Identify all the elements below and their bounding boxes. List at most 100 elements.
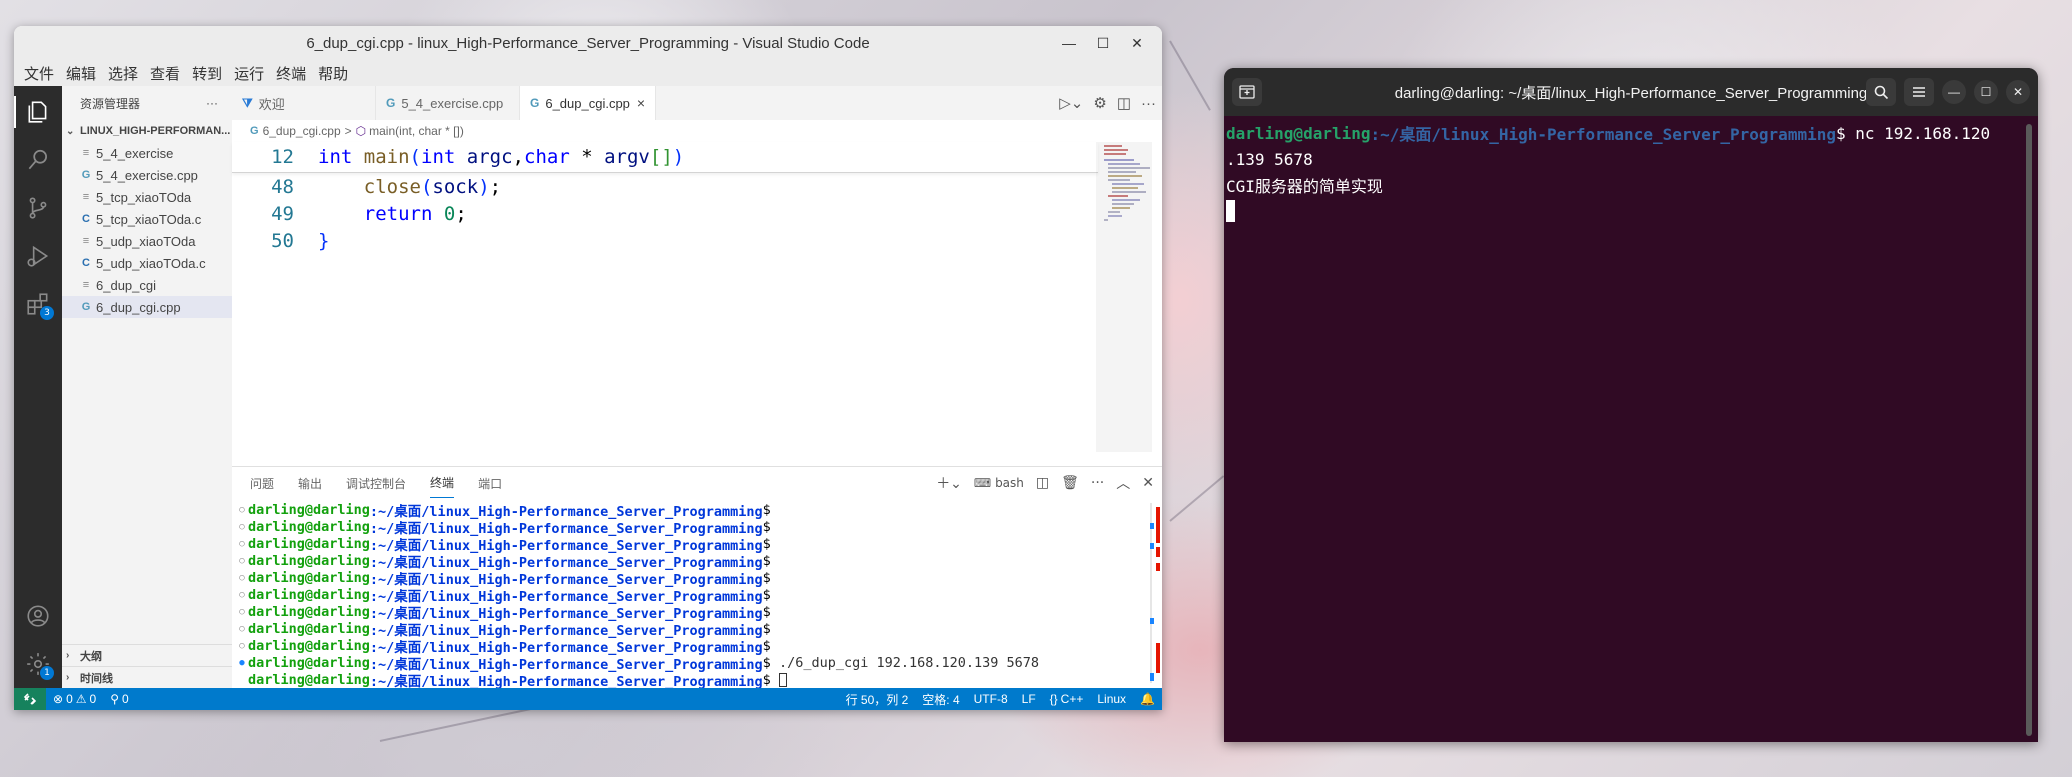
source-control-icon[interactable] bbox=[14, 186, 62, 230]
more-icon[interactable]: ··· bbox=[1091, 475, 1104, 491]
run-debug-icon[interactable] bbox=[14, 234, 62, 278]
ports-status[interactable]: ⚲ 0 bbox=[103, 692, 135, 706]
tab-5-4-exercise[interactable]: G 5_4_exercise.cpp bbox=[376, 86, 520, 120]
terminal-search-button[interactable] bbox=[1866, 78, 1896, 106]
split-terminal-icon[interactable]: ◫ bbox=[1036, 475, 1049, 491]
folder-header[interactable]: ⌄ LINUX_HIGH-PERFORMAN... bbox=[62, 120, 232, 142]
terminal-shell-selector[interactable]: ⌨ bash bbox=[974, 476, 1024, 490]
file-item[interactable]: ≡ 6_dup_cgi bbox=[62, 274, 232, 296]
tab-output[interactable]: 输出 bbox=[298, 469, 322, 498]
command-decoration-icon[interactable]: ○ bbox=[236, 505, 248, 515]
prompt-dollar: $ bbox=[762, 603, 771, 620]
remote-indicator[interactable] bbox=[14, 688, 46, 710]
menu-help[interactable]: 帮助 bbox=[312, 63, 354, 84]
problems-status[interactable]: ⊗ 0 ⚠ 0 bbox=[46, 692, 103, 706]
gear-icon[interactable]: 1 bbox=[14, 642, 62, 686]
sticky-scroll-line[interactable]: 12 int main(int argc,char * argv[]) bbox=[232, 142, 1098, 173]
terminal-content[interactable]: darling@darling:~/桌面/linux_High-Performa… bbox=[1224, 116, 2038, 224]
prompt-dollar: $ bbox=[762, 518, 771, 535]
close-button[interactable]: ✕ bbox=[1120, 35, 1154, 52]
run-file-icon[interactable]: ▷⌄ bbox=[1059, 94, 1083, 112]
search-icon[interactable] bbox=[14, 138, 62, 182]
command-decoration-icon[interactable]: ○ bbox=[236, 624, 248, 634]
command-decoration-icon[interactable]: ○ bbox=[236, 590, 248, 600]
integrated-terminal[interactable]: ○ darling@darling:~/桌面/linux_High-Perform… bbox=[236, 501, 1148, 690]
search-icon bbox=[1874, 85, 1888, 99]
file-item[interactable]: ≡ 5_4_exercise bbox=[62, 142, 232, 164]
tab-problems[interactable]: 问题 bbox=[250, 469, 274, 498]
file-item[interactable]: G 5_4_exercise.cpp bbox=[62, 164, 232, 186]
file-item[interactable]: ≡ 5_tcp_xiaoTOda bbox=[62, 186, 232, 208]
code-line[interactable]: 48 close(sock); bbox=[232, 173, 1098, 200]
tab-welcome[interactable]: ⧩ 欢迎 bbox=[232, 86, 376, 120]
terminal-maximize-button[interactable]: ☐ bbox=[1974, 80, 1998, 104]
indentation[interactable]: 空格: 4 bbox=[915, 691, 966, 708]
prompt-user: darling@darling bbox=[248, 569, 370, 586]
close-panel-icon[interactable]: ✕ bbox=[1142, 475, 1154, 491]
chevron-down-icon: ⌄ bbox=[66, 125, 75, 137]
file-item[interactable]: G 6_dup_cgi.cpp bbox=[62, 296, 232, 318]
command-decoration-icon[interactable]: ○ bbox=[236, 539, 248, 549]
tab-close-icon[interactable]: × bbox=[637, 95, 645, 111]
explorer-icon[interactable] bbox=[14, 90, 62, 134]
extensions-icon[interactable]: 3 bbox=[14, 282, 62, 326]
new-terminal-icon[interactable]: ＋⌄ bbox=[936, 473, 962, 493]
command-decoration-icon[interactable]: ○ bbox=[236, 607, 248, 617]
file-item[interactable]: ≡ 5_udp_xiaoTOda bbox=[62, 230, 232, 252]
bell-icon[interactable]: 🔔 bbox=[1133, 692, 1162, 706]
terminal-menu-button[interactable] bbox=[1904, 78, 1934, 106]
settings-icon[interactable]: ⚙ bbox=[1093, 94, 1106, 112]
menu-terminal[interactable]: 终端 bbox=[270, 63, 312, 84]
menu-file[interactable]: 文件 bbox=[18, 63, 60, 84]
menu-selection[interactable]: 选择 bbox=[102, 63, 144, 84]
menu-run[interactable]: 运行 bbox=[228, 63, 270, 84]
code-line[interactable]: 49 return 0; bbox=[232, 200, 1098, 227]
minimap[interactable] bbox=[1096, 142, 1152, 452]
breadcrumb-symbol[interactable]: main(int, char * []) bbox=[369, 124, 464, 138]
terminal-scrollbar[interactable] bbox=[2026, 124, 2032, 736]
tab-terminal[interactable]: 终端 bbox=[430, 468, 455, 498]
language-mode[interactable]: {} C++ bbox=[1043, 692, 1091, 706]
terminal-scrollbar[interactable] bbox=[1150, 503, 1160, 683]
minimize-button[interactable]: — bbox=[1052, 35, 1086, 51]
command-decoration-icon[interactable]: ○ bbox=[236, 556, 248, 566]
code-editor[interactable]: 12 int main(int argc,char * argv[]) 48 c… bbox=[232, 142, 1098, 254]
terminal-close-button[interactable]: ✕ bbox=[2006, 80, 2030, 104]
menu-go[interactable]: 转到 bbox=[186, 63, 228, 84]
account-icon[interactable] bbox=[14, 594, 62, 638]
code-text: int main(int argc,char * argv[]) bbox=[318, 146, 685, 168]
code-line[interactable]: 50 } bbox=[232, 227, 1098, 254]
prompt-user: darling@darling bbox=[248, 501, 370, 518]
tab-ports[interactable]: 端口 bbox=[478, 469, 502, 498]
encoding[interactable]: UTF-8 bbox=[967, 692, 1015, 706]
terminal-minimize-button[interactable]: — bbox=[1942, 80, 1966, 104]
outline-section[interactable]: › 大纲 bbox=[62, 644, 232, 666]
maximize-button[interactable]: ☐ bbox=[1086, 35, 1120, 52]
tab-6-dup-cgi[interactable]: G 6_dup_cgi.cpp × bbox=[520, 86, 656, 120]
command-decoration-icon[interactable]: ○ bbox=[236, 641, 248, 651]
chevron-up-icon[interactable]: ︿ bbox=[1116, 473, 1130, 493]
breadcrumb-file[interactable]: 6_dup_cgi.cpp bbox=[263, 124, 341, 138]
platform[interactable]: Linux bbox=[1090, 692, 1133, 706]
prompt-dollar: $ bbox=[762, 654, 771, 671]
terminal-titlebar[interactable]: darling@darling: ~/桌面/linux_High-Perform… bbox=[1224, 68, 2038, 116]
more-actions-icon[interactable]: ··· bbox=[206, 96, 218, 110]
tab-debug-console[interactable]: 调试控制台 bbox=[346, 469, 406, 498]
file-item[interactable]: C 5_udp_xiaoTOda.c bbox=[62, 252, 232, 274]
timeline-section[interactable]: › 时间线 bbox=[62, 666, 232, 688]
trash-icon[interactable]: 🗑 bbox=[1061, 475, 1079, 491]
more-icon[interactable]: ··· bbox=[1141, 95, 1156, 112]
command-decoration-icon[interactable]: ○ bbox=[236, 522, 248, 532]
vscode-titlebar[interactable]: 6_dup_cgi.cpp - linux_High-Performance_S… bbox=[14, 26, 1162, 60]
menu-edit[interactable]: 编辑 bbox=[60, 63, 102, 84]
end-of-line[interactable]: LF bbox=[1015, 692, 1043, 706]
cursor-position[interactable]: 行 50，列 2 bbox=[839, 691, 916, 708]
command-decoration-icon[interactable]: ● bbox=[236, 658, 248, 668]
file-item[interactable]: C 5_tcp_xiaoTOda.c bbox=[62, 208, 232, 230]
prompt-dollar: $ bbox=[762, 501, 771, 518]
command-decoration-icon[interactable]: ○ bbox=[236, 573, 248, 583]
split-editor-icon[interactable]: ◫ bbox=[1117, 94, 1131, 112]
menu-view[interactable]: 查看 bbox=[144, 63, 186, 84]
new-tab-button[interactable] bbox=[1232, 78, 1262, 106]
minimap-slider[interactable] bbox=[1096, 142, 1152, 452]
